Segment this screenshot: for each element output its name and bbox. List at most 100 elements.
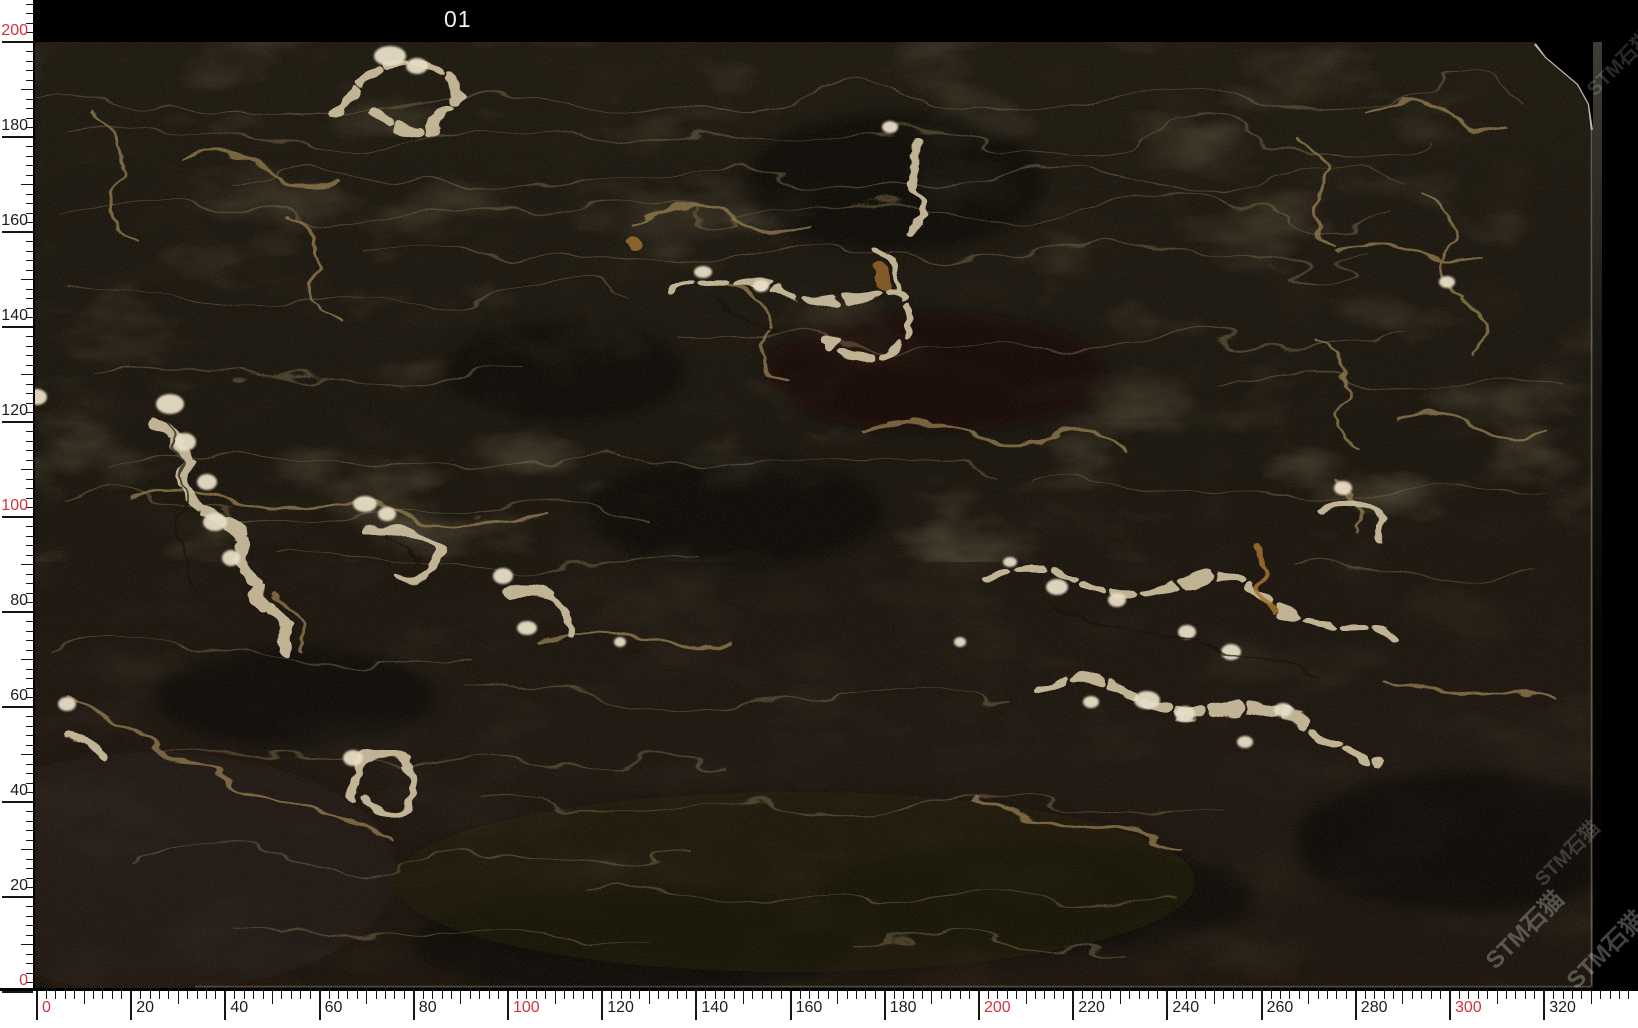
bottom-ruler-major-tick [790, 991, 792, 1020]
bottom-ruler-tick [498, 991, 499, 999]
left-ruler-major-tick [2, 801, 33, 803]
left-ruler-tick [26, 669, 33, 670]
left-ruler-label: 60 [0, 687, 28, 705]
left-ruler-tick [21, 659, 33, 660]
left-ruler-tick [26, 764, 33, 765]
bottom-ruler-tick [1628, 991, 1629, 999]
bottom-ruler-tick [564, 991, 565, 999]
left-ruler-major-tick [2, 231, 33, 233]
bottom-ruler-label: 120 [607, 999, 634, 1017]
left-ruler-label: 20 [0, 877, 28, 895]
left-ruler-major-tick [2, 706, 33, 708]
left-ruler: 020406080100120140160180200 [0, 0, 33, 1028]
bottom-ruler-tick [611, 991, 612, 999]
left-ruler-major-tick [2, 326, 33, 328]
bottom-ruler-tick [55, 991, 56, 999]
bottom-ruler-tick [771, 991, 772, 999]
left-ruler-tick [26, 840, 33, 841]
bottom-ruler-tick [1289, 991, 1290, 999]
bottom-ruler-tick [215, 991, 216, 999]
bottom-ruler-tick [1440, 991, 1441, 999]
bottom-ruler-tick [197, 991, 198, 999]
left-ruler-major-tick [2, 611, 33, 613]
bottom-ruler-tick [460, 991, 461, 1004]
bottom-ruler-tick [1374, 991, 1375, 999]
bottom-ruler-tick [649, 991, 650, 1004]
left-ruler-tick [26, 355, 33, 356]
slab-number-label: 01 [444, 6, 472, 33]
bottom-ruler-tick [1308, 991, 1309, 1004]
left-ruler-tick [26, 488, 33, 489]
left-ruler-tick [21, 564, 33, 565]
left-ruler-tick [26, 735, 33, 736]
bottom-ruler-tick [950, 991, 951, 999]
bottom-ruler-tick [1223, 991, 1224, 999]
bottom-ruler-label: 180 [890, 999, 917, 1017]
bottom-ruler-tick [1581, 991, 1582, 999]
bottom-ruler-label: 260 [1267, 999, 1294, 1017]
bottom-ruler-major-tick [224, 991, 226, 1020]
left-ruler-tick [26, 70, 33, 71]
bottom-ruler-label: 160 [796, 999, 823, 1017]
bottom-ruler-tick [1101, 991, 1102, 999]
bottom-ruler-major-tick [1543, 991, 1545, 1020]
bottom-ruler-tick [1063, 991, 1064, 999]
bottom-ruler-tick [1610, 991, 1611, 999]
bottom-ruler-tick [1186, 991, 1187, 999]
bottom-ruler-tick [1176, 991, 1177, 999]
bottom-ruler-tick [470, 991, 471, 999]
bottom-ruler-label: 240 [1172, 999, 1199, 1017]
bottom-ruler-tick [178, 991, 179, 1004]
bottom-ruler-tick [555, 991, 556, 1004]
left-ruler-tick [26, 678, 33, 679]
bottom-ruler-tick [1525, 991, 1526, 999]
bottom-ruler-tick [913, 991, 914, 999]
bottom-ruler-tick [734, 991, 735, 999]
left-ruler-tick [26, 270, 33, 271]
bottom-ruler-tick [573, 991, 574, 999]
bottom-ruler-tick [668, 991, 669, 999]
bottom-ruler-tick [630, 991, 631, 999]
left-ruler-tick [26, 241, 33, 242]
left-ruler-tick [26, 365, 33, 366]
left-ruler-tick [26, 574, 33, 575]
bottom-ruler-tick [960, 991, 961, 999]
left-ruler-tick [26, 450, 33, 451]
bottom-ruler-tick [686, 991, 687, 999]
left-ruler-tick [26, 175, 33, 176]
bottom-ruler-tick [1214, 991, 1215, 1004]
bottom-ruler-major-tick [1166, 991, 1168, 1020]
bottom-ruler-tick [639, 991, 640, 999]
bottom-ruler-tick [743, 991, 744, 1004]
left-ruler-tick [26, 821, 33, 822]
bottom-ruler-major-tick [601, 991, 603, 1020]
bottom-ruler-tick [310, 991, 311, 999]
bottom-ruler-tick [451, 991, 452, 999]
bottom-ruler-major-tick [1072, 991, 1074, 1020]
bottom-ruler-tick [715, 991, 716, 999]
left-ruler-tick [26, 203, 33, 204]
bottom-ruler-tick [102, 991, 103, 999]
left-ruler-label: 160 [0, 212, 28, 230]
bottom-ruler-tick [1572, 991, 1573, 999]
left-ruler-tick [26, 745, 33, 746]
bottom-ruler-tick [121, 991, 122, 999]
left-ruler-tick [26, 526, 33, 527]
bottom-ruler-tick [526, 991, 527, 999]
bottom-ruler-tick [1534, 991, 1535, 999]
left-ruler-tick [26, 146, 33, 147]
bottom-ruler-tick [479, 991, 480, 999]
bottom-ruler-tick [1318, 991, 1319, 999]
bottom-ruler-tick [724, 991, 725, 999]
bottom-ruler-tick [489, 991, 490, 999]
bottom-ruler-tick [1327, 991, 1328, 999]
bottom-ruler-tick [1619, 991, 1620, 999]
slab-image[interactable] [35, 42, 1593, 988]
bottom-ruler-tick [752, 991, 753, 999]
left-ruler-tick [26, 811, 33, 812]
left-ruler-tick [26, 393, 33, 394]
bottom-ruler-tick [1421, 991, 1422, 999]
left-ruler-tick [26, 640, 33, 641]
bottom-ruler-tick [150, 991, 151, 999]
left-ruler-tick [26, 859, 33, 860]
